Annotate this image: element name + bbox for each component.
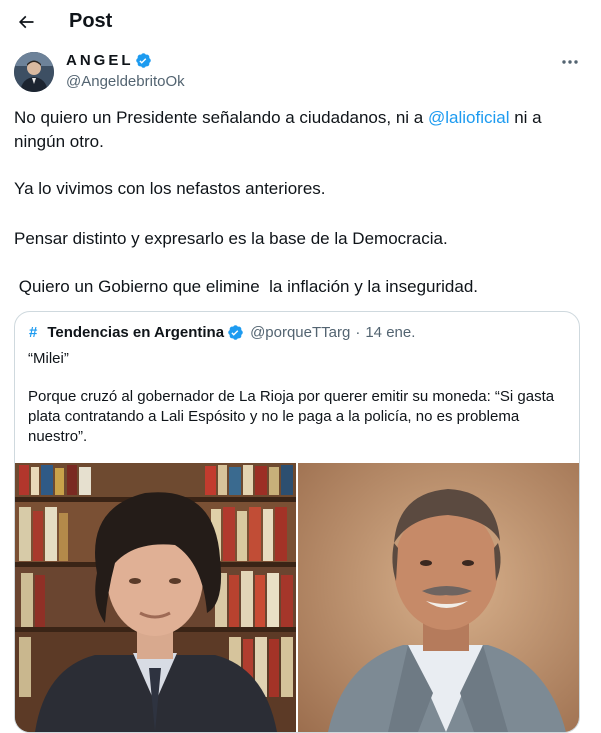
back-button[interactable] xyxy=(12,8,40,36)
media-photo-right[interactable] xyxy=(298,463,579,732)
quoted-post[interactable]: # Tendencias en Argentina @porqueTTarg ·… xyxy=(14,311,580,733)
tweet-paragraph-3: Pensar distinto y expresarlo es la base … xyxy=(14,229,448,248)
tweet-paragraph-2: Ya lo vivimos con los nefastos anteriore… xyxy=(14,179,326,198)
top-bar: Post xyxy=(0,0,601,46)
author-name-row[interactable]: ANGEL xyxy=(66,52,152,69)
quoted-media[interactable] xyxy=(15,463,579,732)
hashtag-avatar-icon: # xyxy=(29,324,38,341)
quoted-post-header: # Tendencias en Argentina @porqueTTarg ·… xyxy=(29,324,415,341)
more-button[interactable] xyxy=(556,52,584,72)
avatar[interactable] xyxy=(14,52,54,92)
quoted-author-handle[interactable]: @porqueTTarg xyxy=(250,324,350,341)
verified-badge-icon xyxy=(135,53,151,68)
mention-link[interactable]: @lalioficial xyxy=(428,108,510,127)
tweet-text-1a: No quiero un Presidente señalando a ciud… xyxy=(14,108,428,127)
dot-separator: · xyxy=(355,324,361,341)
arrow-left-icon xyxy=(18,15,34,29)
tweet-paragraph-1: No quiero un Presidente señalando a ciud… xyxy=(14,106,584,154)
photo-man-bookshelf xyxy=(15,463,296,732)
quoted-text-body: Porque cruzó al gobernador de La Rioja p… xyxy=(28,388,555,445)
quoted-author-name[interactable]: Tendencias en Argentina xyxy=(47,324,224,341)
quoted-text-title: “Milei” xyxy=(28,350,69,367)
verified-badge-icon xyxy=(228,325,243,340)
avatar-image xyxy=(14,52,54,92)
photo-man-smiling xyxy=(298,463,579,732)
media-photo-left[interactable] xyxy=(15,463,298,732)
ellipsis-icon xyxy=(562,60,578,64)
tweet-paragraph-4: Quiero un Gobierno que elimine la inflac… xyxy=(14,277,478,296)
author-handle[interactable]: @AngeldebritoOk xyxy=(66,73,185,90)
page-title: Post xyxy=(69,10,113,32)
author-name[interactable]: ANGEL xyxy=(66,52,134,69)
quoted-post-date[interactable]: 14 ene. xyxy=(365,324,415,341)
